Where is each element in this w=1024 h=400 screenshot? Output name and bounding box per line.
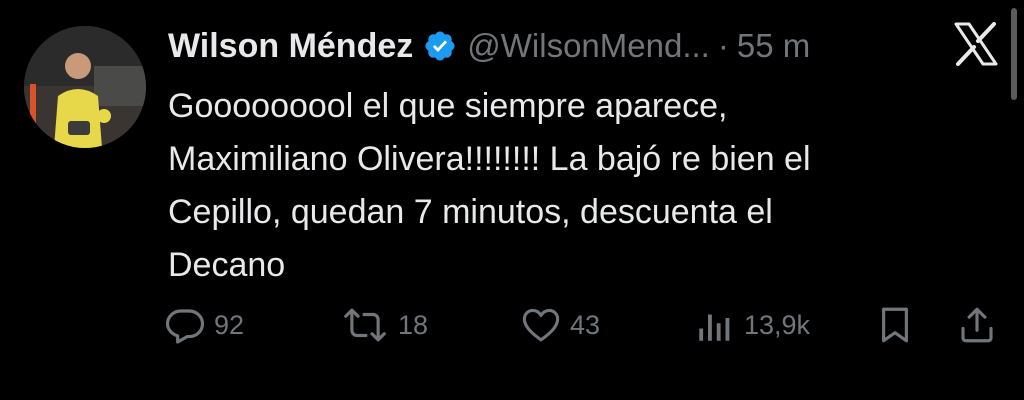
reply-icon <box>165 309 205 344</box>
share-button[interactable] <box>956 300 998 350</box>
tweet-timestamp[interactable]: 55 m <box>737 27 810 65</box>
reply-button[interactable]: 92 <box>164 300 244 350</box>
like-count: 43 <box>570 309 601 340</box>
profile-photo <box>24 26 146 148</box>
author-name[interactable]: Wilson Méndez <box>168 27 413 66</box>
heart-icon <box>522 308 560 342</box>
tweet-text: Gooooooool el que siempre aparece, Maxim… <box>168 87 811 284</box>
verified-badge-icon <box>423 29 457 63</box>
repost-icon <box>344 308 386 342</box>
repost-count: 18 <box>398 309 429 340</box>
tweet-actions: 92 18 43 13,9k <box>0 300 1024 350</box>
views-count: 13,9k <box>744 309 811 340</box>
author-handle[interactable]: @WilsonMend... <box>467 27 710 65</box>
repost-button[interactable]: 18 <box>340 300 428 350</box>
scrollbar[interactable] <box>1011 8 1017 100</box>
avatar[interactable] <box>24 26 146 148</box>
reply-count: 92 <box>214 309 245 340</box>
separator-dot: · <box>717 27 729 64</box>
like-button[interactable]: 43 <box>520 300 600 350</box>
bookmark-icon <box>882 307 908 343</box>
share-icon <box>961 307 993 343</box>
bookmark-button[interactable] <box>874 300 916 350</box>
tweet-header: Wilson Méndez @WilsonMend... · 55 m <box>168 24 810 68</box>
x-logo-icon <box>953 22 999 66</box>
views-button[interactable]: 13,9k <box>694 300 810 350</box>
views-chart-icon <box>699 314 730 341</box>
